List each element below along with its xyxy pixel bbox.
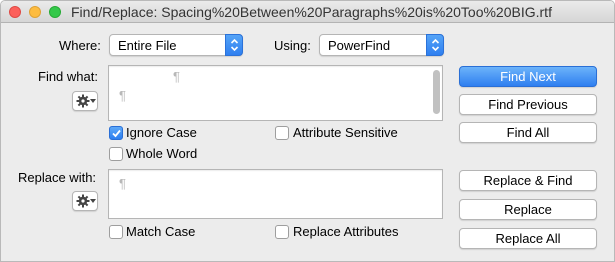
match-case-checkbox[interactable] <box>109 225 123 239</box>
gear-icon <box>76 194 90 208</box>
find-previous-button[interactable]: Find Previous <box>459 94 597 115</box>
chevron-down-icon <box>90 99 96 103</box>
where-label: Where: <box>59 38 101 53</box>
replace-all-button[interactable]: Replace All <box>459 228 597 249</box>
whole-word-checkbox[interactable] <box>109 147 123 161</box>
match-case-label: Match Case <box>126 224 196 239</box>
replace-options-menu-button[interactable] <box>72 191 98 211</box>
ignore-case-checkbox[interactable] <box>109 126 123 140</box>
replace-and-find-button[interactable]: Replace & Find <box>459 170 597 191</box>
find-what-label: Find what: <box>38 69 98 84</box>
replace-button[interactable]: Replace <box>459 199 597 220</box>
where-value: Entire File <box>118 38 177 53</box>
scrollbar-thumb[interactable] <box>433 70 440 114</box>
close-window-button[interactable] <box>9 6 21 18</box>
using-label: Using: <box>274 38 311 53</box>
window-title: Find/Replace: Spacing%20Between%20Paragr… <box>71 4 552 20</box>
where-popup[interactable]: Entire File <box>109 34 243 56</box>
pilcrow-mark: ¶ <box>173 69 180 84</box>
ignore-case-label: Ignore Case <box>126 125 197 140</box>
find-what-field[interactable]: ¶ ¶ <box>108 65 443 121</box>
pilcrow-mark: ¶ <box>119 88 126 103</box>
zoom-window-button[interactable] <box>49 6 61 18</box>
replace-attributes-label: Replace Attributes <box>293 224 399 239</box>
find-next-button[interactable]: Find Next <box>459 66 597 87</box>
title-bar: Find/Replace: Spacing%20Between%20Paragr… <box>1 1 614 23</box>
checkmark-icon <box>112 129 121 138</box>
minimize-window-button[interactable] <box>29 6 41 18</box>
attribute-sensitive-label: Attribute Sensitive <box>293 125 398 140</box>
replace-attributes-checkbox[interactable] <box>275 225 289 239</box>
pilcrow-mark: ¶ <box>119 176 126 191</box>
chevron-down-icon <box>90 199 96 203</box>
up-down-chevron-icon <box>426 34 444 56</box>
using-popup[interactable]: PowerFind <box>319 34 444 56</box>
find-replace-window: Find/Replace: Spacing%20Between%20Paragr… <box>0 0 615 262</box>
attribute-sensitive-checkbox[interactable] <box>275 126 289 140</box>
replace-with-label: Replace with: <box>18 170 97 185</box>
find-all-button[interactable]: Find All <box>459 122 597 143</box>
using-value: PowerFind <box>328 38 391 53</box>
up-down-chevron-icon <box>225 34 243 56</box>
gear-icon <box>76 94 90 108</box>
find-what-scrollbar[interactable] <box>432 70 440 116</box>
replace-with-field[interactable]: ¶ <box>108 169 443 219</box>
whole-word-label: Whole Word <box>126 146 198 161</box>
find-options-menu-button[interactable] <box>72 91 98 111</box>
